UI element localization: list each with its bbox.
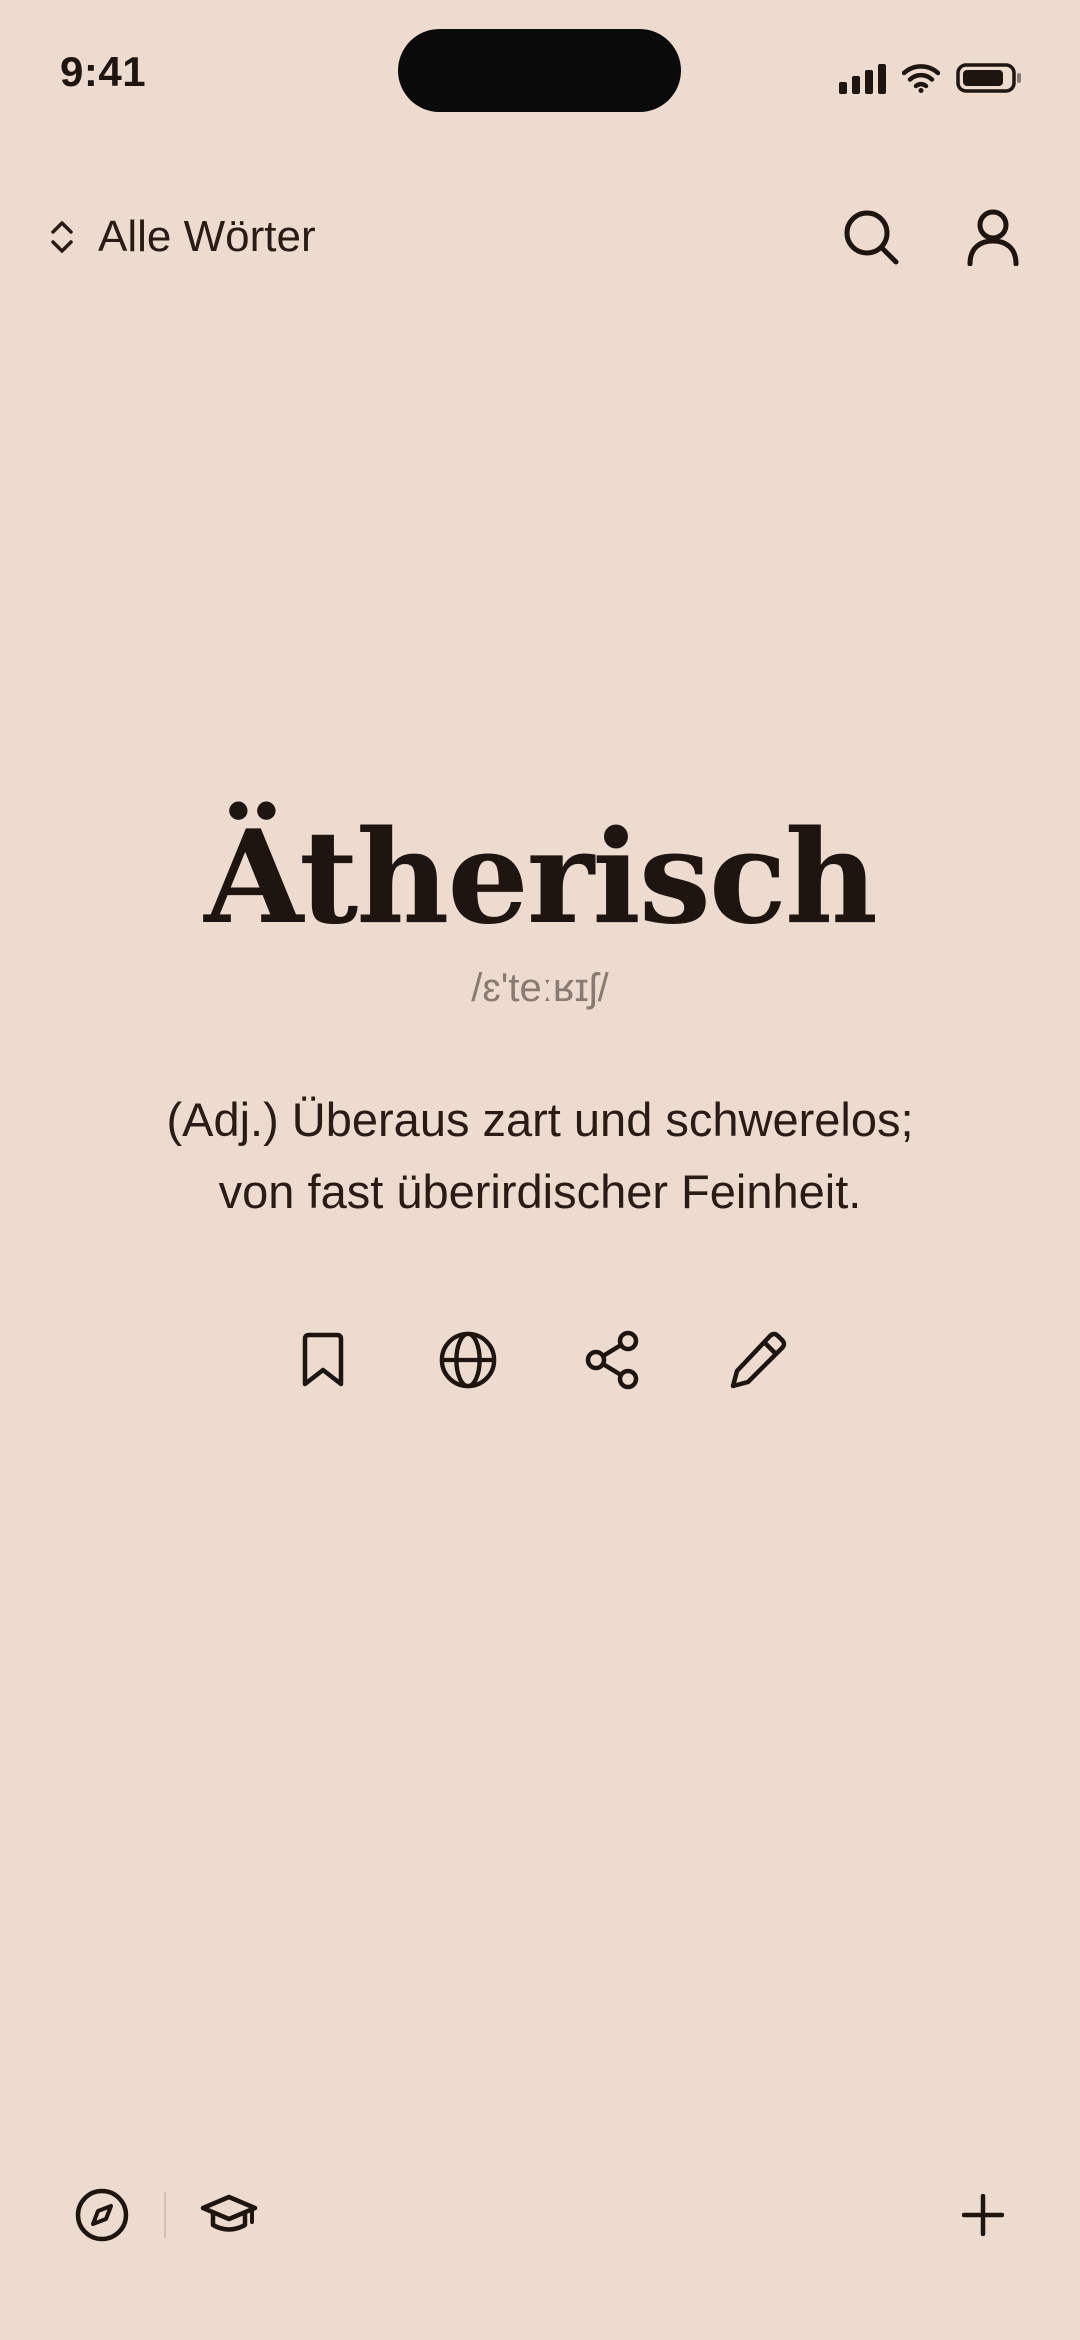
bottom-nav <box>74 2186 258 2244</box>
battery-icon <box>956 63 1021 93</box>
globe-icon <box>439 1331 496 1389</box>
definition-line: (Adj.) Überaus zart und schwerelos; <box>166 1093 914 1146</box>
status-time: 9:41 <box>60 48 147 95</box>
pencil-icon <box>730 1331 786 1389</box>
word-actions <box>0 1328 1080 1392</box>
wifi-icon <box>902 64 940 93</box>
word-list-selector[interactable]: Alle Wörter <box>48 205 316 269</box>
bookmark-icon <box>302 1332 343 1387</box>
word-term: Ätherisch <box>204 803 878 953</box>
chevron-up-down-icon <box>51 221 73 253</box>
user-icon[interactable] <box>966 208 1020 266</box>
plus-icon[interactable] <box>962 2194 1004 2236</box>
bookmark-button[interactable] <box>293 1328 353 1392</box>
word-pronunciation: /ɛ'teːʁɪʃ/ <box>471 966 609 1010</box>
add-word-area <box>962 2186 1004 2244</box>
edit-button[interactable] <box>728 1328 788 1392</box>
nav-divider <box>164 2192 166 2238</box>
translate-button[interactable] <box>438 1328 498 1392</box>
definition-line: von fast überirdischer Feinheit. <box>218 1165 862 1218</box>
compass-icon[interactable] <box>74 2187 130 2243</box>
graduation-cap-icon[interactable] <box>200 2192 258 2238</box>
status-icons <box>839 60 1022 96</box>
word-definition: (Adj.) Überaus zart und schwerelos; von … <box>100 1084 980 1228</box>
dynamic-island <box>398 29 681 112</box>
share-button[interactable] <box>583 1328 643 1392</box>
share-icon <box>585 1330 638 1390</box>
cellular-signal-icon <box>839 62 886 94</box>
screen: 9:41 Alle Wörter Ätherisch /ɛ'teːʁɪʃ/ (A… <box>0 0 1080 2340</box>
header-actions <box>842 205 1020 269</box>
list-title: Alle Wörter <box>98 212 316 261</box>
search-icon[interactable] <box>842 208 900 266</box>
